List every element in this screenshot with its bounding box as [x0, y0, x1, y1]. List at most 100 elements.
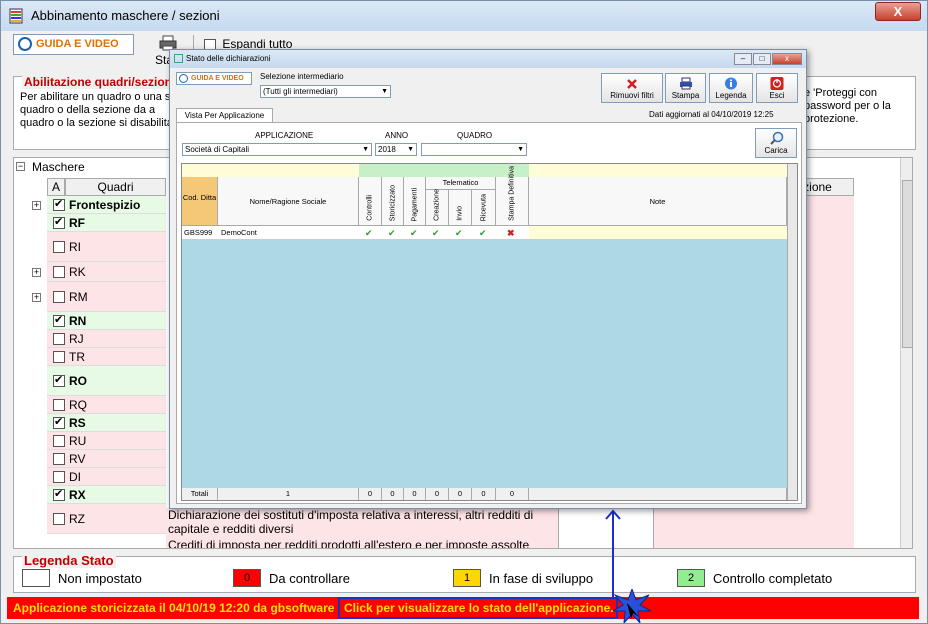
row-checkbox[interactable]: [53, 513, 65, 525]
grid-scrollbar[interactable]: [787, 164, 797, 500]
row-checkbox[interactable]: [53, 435, 65, 447]
anno-value: 2018: [378, 145, 396, 154]
quadro-select[interactable]: ▼: [421, 143, 527, 156]
row-label: RO: [69, 374, 87, 388]
main-window: Abbinamento maschere / sezioni X GUIDA E…: [0, 0, 928, 624]
tree-row-rn[interactable]: RN: [47, 312, 166, 330]
maximize-icon[interactable]: □: [753, 53, 771, 65]
cross-icon: ✖: [507, 228, 515, 238]
table-row[interactable]: GBS999 DemoCont ✔ ✔ ✔ ✔ ✔ ✔ ✖: [182, 226, 787, 240]
magnifier-icon: [770, 131, 784, 145]
abilitazione-text-right: e 'Proteggi con password per o la protez…: [804, 87, 891, 125]
cell-note: [529, 226, 787, 239]
anno-select[interactable]: 2018 ▼: [375, 143, 417, 156]
row-checkbox[interactable]: [53, 215, 65, 229]
legend-box: 2: [677, 569, 705, 587]
row-label: RZ: [69, 512, 85, 526]
guida-video-button[interactable]: GUIDA E VIDEO: [13, 34, 134, 55]
esci-button[interactable]: Esci: [756, 73, 798, 103]
col-controlli-label: Controlli: [366, 195, 374, 221]
collapse-icon[interactable]: −: [16, 162, 25, 171]
intermediario-select[interactable]: (Tutti gli intermediari) ▼: [260, 85, 391, 98]
pointer-arrow: [605, 509, 621, 597]
row-label: RJ: [69, 332, 84, 346]
row-label: RM: [69, 290, 88, 304]
row-checkbox[interactable]: [53, 415, 65, 429]
rz-description: Dichiarazione dei sostituti d'imposta re…: [166, 508, 558, 548]
scrollbar-thumb[interactable]: [902, 180, 912, 348]
row-checkbox[interactable]: [53, 313, 65, 327]
col-ricevuta[interactable]: Ricevuta: [472, 190, 496, 226]
carica-button[interactable]: Carica: [755, 128, 797, 158]
col-invio[interactable]: Invio: [449, 190, 472, 226]
dialog-close-icon[interactable]: x: [772, 53, 802, 65]
stato-applicazione-link[interactable]: Click per visualizzare lo stato dell'app…: [338, 597, 618, 619]
dichiarazioni-grid: Cod. Ditta Nome/Ragione Sociale Controll…: [181, 163, 798, 501]
window-title: Abbinamento maschere / sezioni: [31, 8, 220, 23]
legenda-button[interactable]: Legenda: [709, 73, 753, 103]
tree-row-rj[interactable]: RJ: [47, 330, 166, 348]
tree-row-ro[interactable]: RO: [47, 366, 166, 396]
col-pagamenti[interactable]: Pagamenti: [404, 177, 426, 226]
tree-row-rq[interactable]: RQ: [47, 396, 166, 414]
check-icon: ✔: [365, 228, 373, 238]
applicazione-select[interactable]: Società di Capitali ▼: [182, 143, 372, 156]
row-checkbox[interactable]: [53, 471, 65, 483]
row-checkbox[interactable]: [53, 453, 65, 465]
expand-icon[interactable]: +: [32, 267, 41, 277]
tab-vista-per-applicazione[interactable]: Vista Per Applicazione: [176, 108, 273, 122]
esci-label: Esci: [769, 91, 785, 100]
chevron-down-icon: ▼: [407, 146, 414, 153]
legend-item-3: 2 Controllo completato: [677, 569, 832, 589]
tree-row-rk[interactable]: RK: [47, 262, 166, 282]
tree-row-rv[interactable]: RV: [47, 450, 166, 468]
row-label: RV: [69, 452, 86, 466]
abilitazione-text-left: Per abilitare un quadro o una s del quad…: [20, 91, 189, 129]
close-button[interactable]: X: [875, 2, 921, 21]
stampa-button[interactable]: Stampa: [665, 73, 706, 103]
col-nome[interactable]: Nome/Ragione Sociale: [218, 177, 359, 226]
legend-box: 0: [233, 569, 261, 587]
selezione-label: Selezione intermediario: [260, 72, 344, 81]
row-checkbox[interactable]: [53, 399, 65, 411]
legend-label: In fase di sviluppo: [489, 570, 594, 586]
tree-row-frontespizio[interactable]: Frontespizio: [47, 196, 166, 214]
tree-row-di[interactable]: DI: [47, 468, 166, 486]
tree-row-ru[interactable]: RU: [47, 432, 166, 450]
row-checkbox[interactable]: [53, 197, 65, 211]
col-creazione[interactable]: Creazione: [426, 189, 449, 226]
tree-row-ri[interactable]: RI: [47, 232, 166, 262]
footer-controlli: 0: [359, 488, 382, 500]
tree-row-rx[interactable]: RX: [47, 486, 166, 504]
tree-scrollbar[interactable]: [900, 158, 912, 548]
minimize-icon[interactable]: –: [734, 53, 752, 65]
col-note[interactable]: Note: [529, 177, 787, 226]
tree-row-rm[interactable]: RM: [47, 282, 166, 312]
col-storicizzato[interactable]: Storicizzato: [382, 177, 404, 226]
tree-row-rf[interactable]: RF: [47, 214, 166, 232]
check-icon: ✔: [455, 228, 463, 238]
rimuovi-filtri-button[interactable]: Rimuovi filtri: [601, 73, 663, 103]
row-checkbox[interactable]: [53, 266, 65, 278]
footer-storicizzato: 0: [382, 488, 404, 500]
intermediario-value: (Tutti gli intermediari): [263, 87, 338, 96]
col-controlli[interactable]: Controlli: [359, 177, 382, 226]
tree-row-tr[interactable]: TR: [47, 348, 166, 366]
column-quadri-header: Quadri: [65, 178, 166, 196]
tree-row-rz[interactable]: RZ: [47, 504, 166, 534]
applicazione-value: Società di Capitali: [185, 145, 250, 154]
row-checkbox[interactable]: [53, 373, 65, 387]
expand-icon[interactable]: +: [32, 292, 41, 302]
row-checkbox[interactable]: [53, 487, 65, 501]
expand-icon[interactable]: +: [32, 200, 41, 210]
row-checkbox[interactable]: [53, 351, 65, 363]
row-checkbox[interactable]: [53, 333, 65, 345]
tree-row-rs[interactable]: RS: [47, 414, 166, 432]
row-checkbox[interactable]: [53, 241, 65, 253]
col-cod-ditta[interactable]: Cod. Ditta: [182, 177, 218, 226]
check-icon: ✔: [432, 228, 440, 238]
row-label: RU: [69, 434, 87, 448]
dialog-guida-button[interactable]: GUIDA E VIDEO: [176, 72, 252, 85]
col-stampa-definitiva[interactable]: Stampa Definitiva: [496, 166, 529, 226]
row-checkbox[interactable]: [53, 291, 65, 303]
